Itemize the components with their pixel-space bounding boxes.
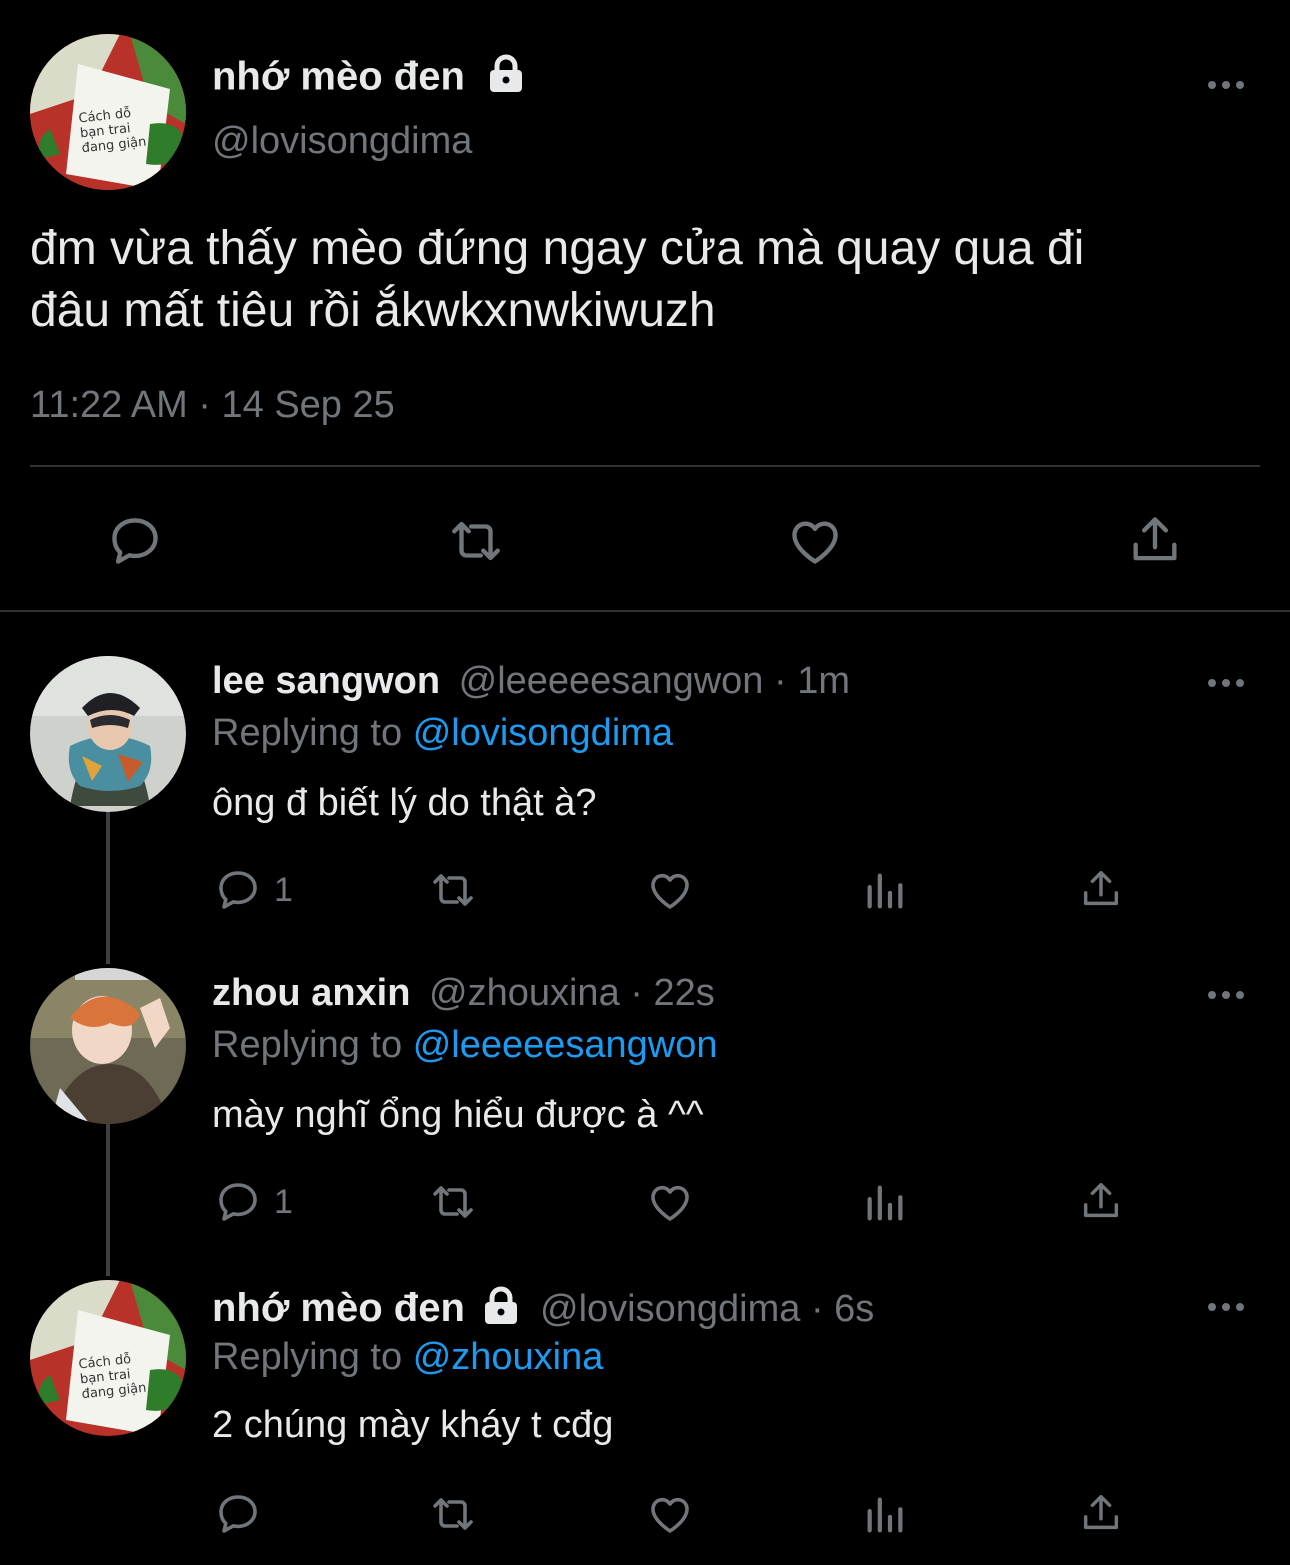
like-button[interactable] bbox=[786, 512, 844, 570]
replying-label: Replying to bbox=[212, 1024, 403, 1066]
retweet-icon bbox=[444, 512, 508, 570]
reply-button[interactable]: 1 bbox=[214, 1178, 293, 1226]
analytics-button[interactable] bbox=[862, 1180, 908, 1226]
divider bbox=[30, 465, 1260, 467]
tweet-text: đm vừa thấy mèo đứng ngay cửa mà quay qu… bbox=[30, 218, 1084, 342]
replying-to: Replying to @zhouxina bbox=[212, 1336, 603, 1379]
handle[interactable]: @zhouxina bbox=[429, 972, 620, 1014]
reply-icon bbox=[214, 1178, 262, 1226]
tweet-text-line: đm vừa thấy mèo đứng ngay cửa mà quay qu… bbox=[30, 222, 1085, 275]
replying-to: Replying to @lovisongdima bbox=[212, 712, 673, 755]
analytics-button[interactable] bbox=[862, 868, 908, 914]
avatar[interactable]: Cách dỗ bạn trai đang giận bbox=[30, 1280, 186, 1436]
replying-label: Replying to bbox=[212, 712, 403, 754]
retweet-icon bbox=[426, 1178, 480, 1226]
display-name[interactable]: zhou anxin bbox=[212, 972, 410, 1014]
display-name[interactable]: nhớ mèo đen bbox=[212, 1286, 465, 1330]
separator-dot: · bbox=[630, 972, 654, 1014]
share-button[interactable] bbox=[1078, 1488, 1124, 1538]
reply-button[interactable]: 1 bbox=[214, 866, 293, 914]
analytics-icon bbox=[862, 1492, 908, 1538]
separator-dot: · bbox=[774, 660, 798, 702]
reply-count: 1 bbox=[274, 870, 293, 909]
reply-icon bbox=[106, 512, 164, 570]
like-button[interactable] bbox=[646, 1490, 694, 1538]
share-icon bbox=[1078, 1488, 1124, 1538]
display-name-text[interactable]: nhớ mèo đen bbox=[212, 55, 465, 99]
retweet-button[interactable] bbox=[444, 512, 508, 570]
reply-time[interactable]: 1m bbox=[797, 660, 850, 702]
like-button[interactable] bbox=[646, 1178, 694, 1226]
lock-icon bbox=[486, 54, 526, 104]
reply-icon bbox=[214, 1490, 262, 1538]
tweet-text-line: đâu mất tiêu rồi ắkwkxnwkiwuzh bbox=[30, 284, 716, 337]
avatar-book-text: Cách dỗ bạn trai đang giận bbox=[77, 1351, 148, 1403]
display-name[interactable]: lee sangwon bbox=[212, 660, 440, 702]
handle[interactable]: @lovisongdima bbox=[212, 120, 472, 163]
like-button[interactable] bbox=[646, 866, 694, 914]
more-options-icon[interactable] bbox=[1208, 78, 1248, 92]
separator-dot: · bbox=[810, 1288, 835, 1331]
analytics-button[interactable] bbox=[862, 1492, 908, 1538]
avatar-image bbox=[30, 968, 186, 1124]
reply-text: 2 chúng mày kháy t cđg bbox=[212, 1404, 614, 1446]
handle[interactable]: @leeeeesangwon bbox=[459, 660, 764, 702]
timestamp[interactable]: 11:22 AM · 14 Sep 25 bbox=[30, 384, 395, 427]
replying-to-link[interactable]: @lovisongdima bbox=[413, 712, 673, 754]
retweet-button[interactable] bbox=[426, 1178, 480, 1226]
avatar-image bbox=[30, 656, 186, 812]
more-options-icon[interactable] bbox=[1208, 676, 1248, 690]
share-button[interactable] bbox=[1126, 510, 1184, 570]
more-options-icon[interactable] bbox=[1208, 1300, 1248, 1314]
thread-line bbox=[106, 1124, 110, 1276]
reply-header: nhớ mèo đen @lovisongdima · 6s bbox=[212, 1286, 874, 1336]
retweet-icon bbox=[426, 866, 480, 914]
handle[interactable]: @lovisongdima bbox=[540, 1288, 800, 1330]
share-button[interactable] bbox=[1078, 864, 1124, 914]
share-button[interactable] bbox=[1078, 1176, 1124, 1226]
like-icon bbox=[646, 1178, 694, 1226]
replying-label: Replying to bbox=[212, 1336, 403, 1378]
reply-header: zhou anxin @zhouxina · 22s bbox=[212, 972, 715, 1015]
like-icon bbox=[646, 1490, 694, 1538]
reply-header: lee sangwon @leeeeesangwon · 1m bbox=[212, 660, 850, 703]
retweet-icon bbox=[426, 1490, 480, 1538]
reply-icon bbox=[214, 866, 262, 914]
display-name[interactable]: nhớ mèo đen bbox=[212, 54, 526, 104]
replying-to-link[interactable]: @zhouxina bbox=[413, 1336, 604, 1378]
like-icon bbox=[786, 512, 844, 570]
replying-to: Replying to @leeeeesangwon bbox=[212, 1024, 718, 1067]
more-options-icon[interactable] bbox=[1208, 988, 1248, 1002]
share-icon bbox=[1126, 510, 1184, 570]
reply-button[interactable] bbox=[106, 512, 164, 570]
reply-text: mày nghĩ ổng hiểu được à ^^ bbox=[212, 1094, 704, 1136]
reply-time[interactable]: 6s bbox=[834, 1288, 874, 1330]
reply-time[interactable]: 22s bbox=[653, 972, 714, 1014]
avatar-book-text: Cách dỗ bạn trai đang giận bbox=[77, 105, 148, 157]
avatar[interactable]: Cách dỗ bạn trai đang giận bbox=[30, 34, 186, 190]
avatar[interactable] bbox=[30, 656, 186, 812]
reply-count: 1 bbox=[274, 1182, 293, 1221]
reply-text: ông đ biết lý do thật à? bbox=[212, 782, 597, 824]
analytics-icon bbox=[862, 1180, 908, 1226]
like-icon bbox=[646, 866, 694, 914]
share-icon bbox=[1078, 1176, 1124, 1226]
thread-line bbox=[106, 812, 110, 964]
retweet-button[interactable] bbox=[426, 1490, 480, 1538]
retweet-button[interactable] bbox=[426, 866, 480, 914]
reply-button[interactable] bbox=[214, 1490, 262, 1538]
avatar[interactable] bbox=[30, 968, 186, 1124]
share-icon bbox=[1078, 864, 1124, 914]
lock-icon bbox=[481, 1286, 521, 1336]
section-divider bbox=[0, 610, 1290, 612]
analytics-icon bbox=[862, 868, 908, 914]
replying-to-link[interactable]: @leeeeesangwon bbox=[413, 1024, 718, 1066]
